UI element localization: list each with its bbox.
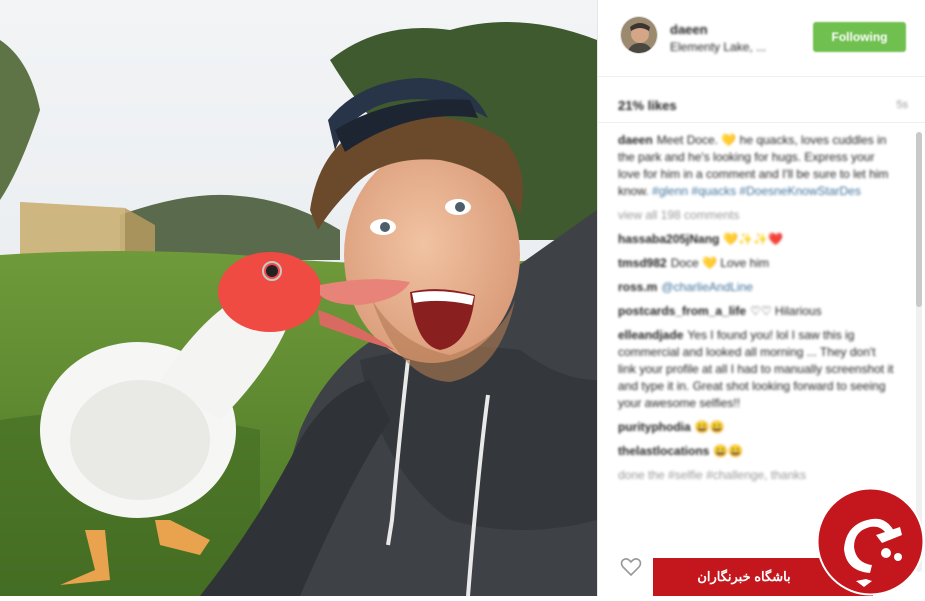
comment-user[interactable]: tmsd982 [618, 256, 667, 270]
comment: postcards_from_a_life ♡♡ Hilarious [618, 303, 894, 320]
location[interactable]: Elementy Lake, ... [670, 40, 766, 54]
comment-tags[interactable]: @charlieAndLine [661, 280, 753, 294]
like-heart-icon[interactable] [620, 556, 642, 578]
comment-user[interactable]: postcards_from_a_life [618, 304, 746, 318]
view-all-comments-link[interactable]: view all 198 comments [618, 207, 894, 224]
comments-list: daeen Meet Doce. 💛 he quacks, loves cuddl… [618, 132, 894, 491]
comments-scrollbar[interactable] [916, 132, 922, 572]
comment-text: 😀😀 [694, 420, 725, 434]
comment-text: Doce 💛 Love him [670, 256, 770, 270]
comment-text: 💛✨✨❤️ [723, 232, 784, 246]
comment: tmsd982 Doce 💛 Love him [618, 255, 894, 272]
comment-text: ♡♡ Hilarious [750, 304, 822, 318]
comment: thelastlocations 😀😀 [618, 443, 894, 460]
caption-comment: daeen Meet Doce. 💛 he quacks, loves cuddl… [618, 132, 894, 200]
avatar[interactable] [620, 16, 658, 54]
comment-tags[interactable]: #glenn #quacks #DoesneKnowStarDes [652, 184, 861, 198]
comment: hassaba205jNang 💛✨✨❤️ [618, 231, 894, 248]
comment: done the #selfie #challenge, thanks [618, 467, 894, 484]
comment-user[interactable]: ross.m [618, 280, 657, 294]
comment-text: 😀😀 [713, 444, 744, 458]
post-photo[interactable] [0, 0, 597, 596]
comment: ross.m @charlieAndLine [618, 279, 894, 296]
comment-user[interactable]: elleandjade [618, 328, 683, 342]
scroll-thumb[interactable] [916, 132, 922, 307]
post-header: daeen Elementy Lake, ... Following [598, 0, 925, 77]
comment: purityphodia 😀😀 [618, 419, 894, 436]
comment-user[interactable]: hassaba205jNang [618, 232, 719, 246]
comment: elleandjade Yes I found you! lol I saw th… [618, 327, 894, 412]
comment-text: done the #selfie #challenge, thanks [618, 468, 807, 482]
likes-row: 21% likes 5s [598, 88, 925, 123]
view-all-comments-label[interactable]: view all 198 comments [618, 208, 739, 222]
following-button[interactable]: Following [813, 22, 906, 52]
comment-user[interactable]: purityphodia [618, 420, 691, 434]
post-timestamp: 5s [896, 99, 908, 111]
comment-user[interactable]: thelastlocations [618, 444, 709, 458]
username[interactable]: daeen [670, 22, 708, 37]
comment-user[interactable]: daeen [618, 133, 653, 147]
likes-count[interactable]: 21% likes [618, 98, 677, 113]
post-detail-panel: daeen Elementy Lake, ... Following 21% l… [597, 0, 925, 596]
